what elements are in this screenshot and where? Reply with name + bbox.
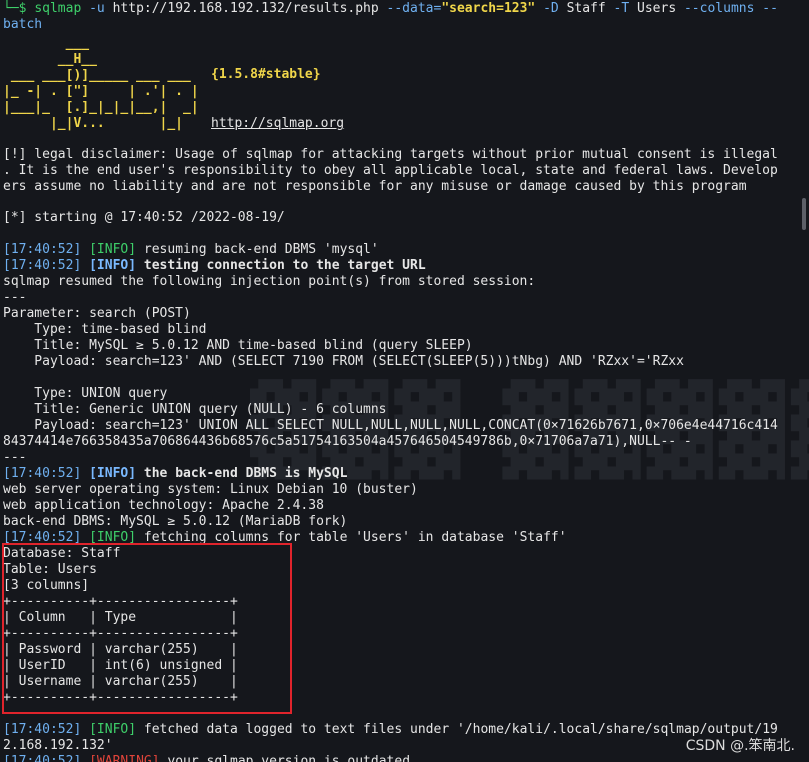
disclaimer-line-3: ers assume no liability and are not resp… — [3, 179, 747, 194]
log-logged: [17:40:52] [INFO] fetched data logged to… — [3, 722, 778, 737]
banner-version: {1.5.8#stable} — [211, 67, 321, 82]
type-time-based: Type: time-based blind — [3, 322, 207, 337]
csdn-watermark: CSDN @.笨南北. — [685, 738, 795, 754]
type-union: Type: UNION query — [3, 386, 168, 401]
separator-1: --- — [3, 290, 27, 305]
banner-art-3: ___ ___[)]_____ ___ ___ — [3, 68, 191, 83]
parameter-line: Parameter: search (POST) — [3, 306, 191, 321]
log-warning: [17:40:52] [WARNING] your sqlmap version… — [3, 754, 411, 762]
disclaimer-line-1: [!] legal disclaimer: Usage of sqlmap fo… — [3, 147, 778, 162]
title-union: Title: Generic UNION query (NULL) - 6 co… — [3, 402, 387, 417]
logged-path: 2.168.192.132' — [3, 738, 113, 753]
banner-url-link[interactable]: http://sqlmap.org — [211, 116, 344, 132]
command-line-wrap: batch — [3, 17, 43, 32]
banner-art-6: |_|V... |_| — [3, 116, 184, 131]
log-testing: [17:40:52] [INFO] testing connection to … — [3, 258, 426, 273]
disclaimer-line-2: . It is the end user's responsibility to… — [3, 163, 778, 178]
backend-line: back-end DBMS: MySQL ≥ 5.0.12 (MariaDB f… — [3, 514, 348, 529]
banner-art-2: __H__ — [3, 52, 97, 67]
payload-union-1: Payload: search=123' UNION ALL SELECT NU… — [3, 418, 778, 433]
resumed-line: sqlmap resumed the following injection p… — [3, 274, 536, 289]
command-line: └─$ sqlmap -u http://192.168.192.132/res… — [3, 1, 778, 16]
title-time-based: Title: MySQL ≥ 5.0.12 AND time-based bli… — [3, 338, 473, 353]
payload-time-based: Payload: search=123' AND (SELECT 7190 FR… — [3, 354, 684, 369]
os-line: web server operating system: Linux Debia… — [3, 482, 418, 497]
banner-art-4: |_ -| . ["] | .'| . | — [3, 84, 199, 99]
log-dbms: [17:40:52] [INFO] the back-end DBMS is M… — [3, 466, 348, 481]
starting-line: [*] starting @ 17:40:52 /2022-08-19/ — [3, 210, 285, 225]
tech-line: web application technology: Apache 2.4.3… — [3, 498, 324, 513]
separator-2: --- — [3, 450, 27, 465]
highlight-box — [2, 543, 292, 714]
banner-art-5: |___|_ [.]_|_|_|__,| _| — [3, 100, 199, 115]
log-resume: [17:40:52] [INFO] resuming back-end DBMS… — [3, 242, 379, 257]
payload-union-2: 84374414e766358435a706864436b68576c5a517… — [3, 434, 692, 449]
banner-art-1: ___ — [3, 36, 90, 51]
terminal-window[interactable]: ▓▓▓ ▓▓▓▓▓▓ └─$ sqlmap -u http://192.168.… — [0, 0, 809, 762]
scrollbar-thumb[interactable] — [802, 198, 806, 230]
